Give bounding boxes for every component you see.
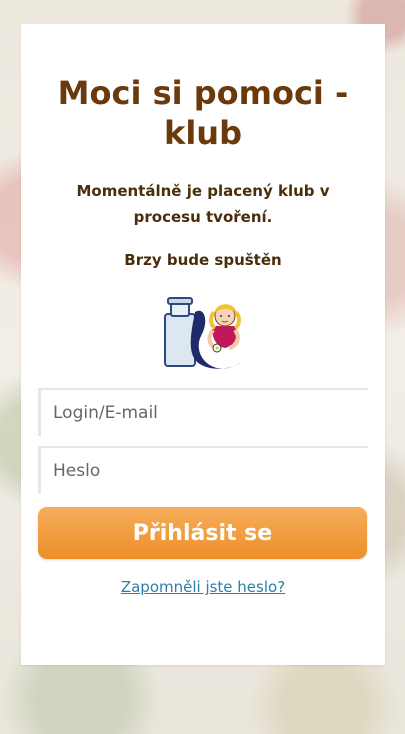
login-email-input[interactable] [41, 390, 368, 436]
club-status-text: Momentálně je placený klub v procesu tvo… [76, 182, 330, 226]
forgot-password-link[interactable]: Zapomněli jste heslo? [21, 578, 385, 596]
page-title: Moci si pomoci - klub [57, 74, 349, 152]
milk-can-girl-illustration [164, 297, 241, 369]
login-button[interactable]: Přihlásit se [38, 507, 367, 559]
password-input[interactable] [41, 448, 368, 494]
login-field[interactable] [38, 388, 368, 436]
login-card: Moci si pomoci - klub Momentálně je plac… [21, 24, 385, 665]
launch-notice: Brzy bude spuštěn [124, 251, 282, 269]
password-field[interactable] [38, 446, 368, 494]
